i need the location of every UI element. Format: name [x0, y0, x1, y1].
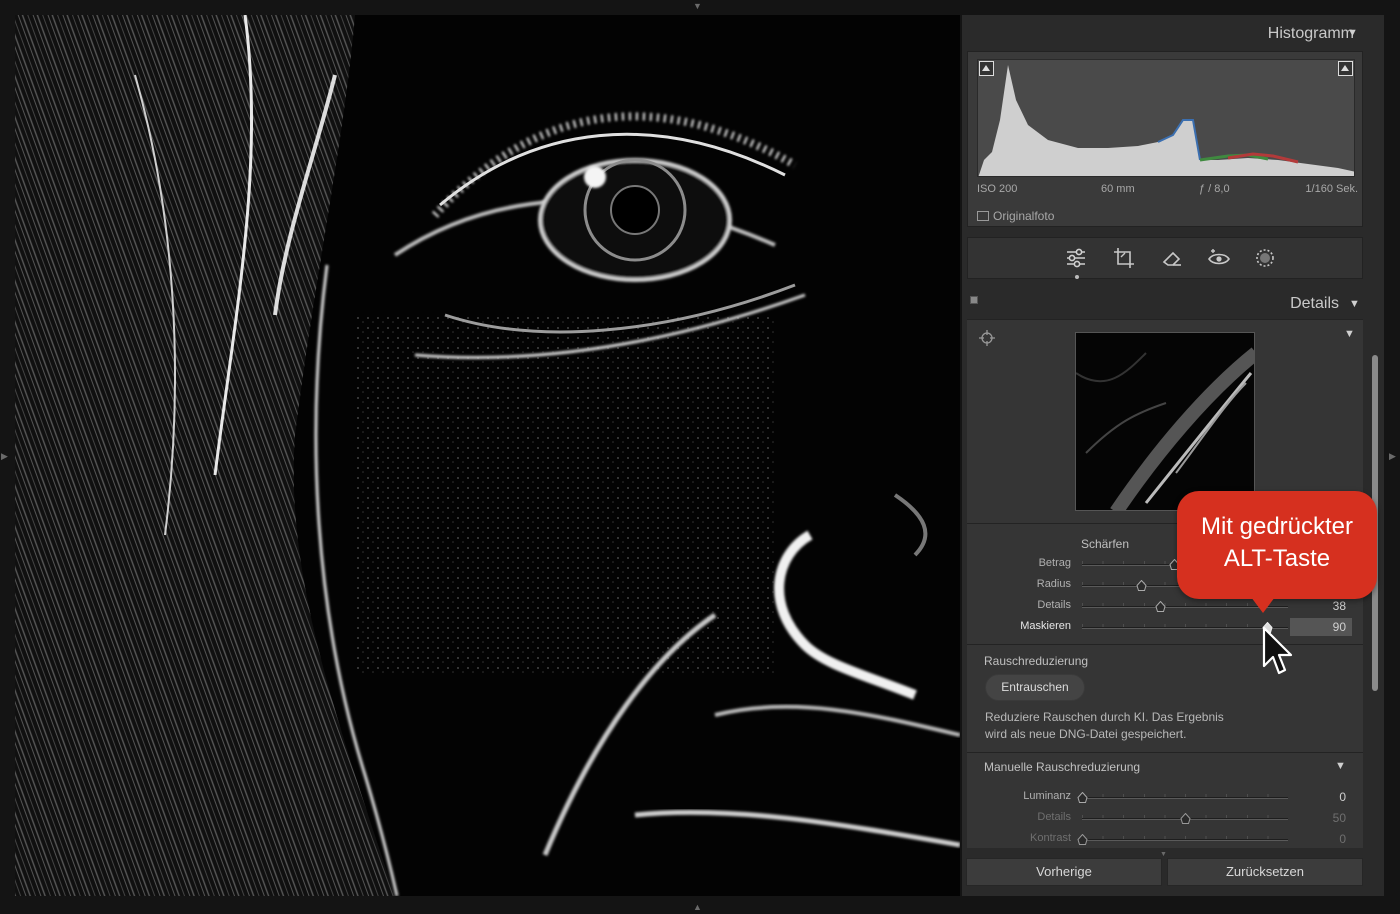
- preview-texture: [1076, 347, 1254, 510]
- alt-key-callout: Mit gedrückter ALT-Taste: [1177, 491, 1377, 599]
- details-panel-switch[interactable]: [970, 296, 978, 304]
- noise-reduction-section: Rauschreduzierung Entrauschen Reduziere …: [967, 644, 1363, 752]
- right-panel-toggle-icon[interactable]: ▶: [1389, 452, 1396, 461]
- original-photo-toggle[interactable]: Originalfoto: [977, 209, 1054, 223]
- slider-track[interactable]: [1082, 627, 1288, 629]
- histogram-curve: [978, 65, 1354, 176]
- active-tool-indicator: [1075, 275, 1079, 279]
- details-collapse-icon[interactable]: ▼: [1349, 298, 1360, 310]
- slider-track[interactable]: [1082, 797, 1288, 799]
- slider-label: Radius: [1036, 578, 1071, 590]
- denoise-description-line2: wird als neue DNG-Datei gespeichert.: [985, 727, 1187, 741]
- crop-icon[interactable]: [1112, 246, 1136, 270]
- denoise-button[interactable]: Entrauschen: [985, 674, 1085, 701]
- slider-value[interactable]: 38: [1290, 597, 1352, 615]
- slider-label: Kontrast: [1030, 832, 1071, 844]
- slider-track[interactable]: [1082, 839, 1288, 841]
- highlight-clipping-icon[interactable]: [1338, 61, 1353, 76]
- callout-line1: Mit gedrückter: [1200, 513, 1354, 540]
- slider-label: Luminanz: [1023, 790, 1071, 802]
- exif-shutter: 1/160 Sek.: [1305, 183, 1358, 195]
- sliders-icon[interactable]: [1064, 246, 1088, 270]
- target-adjust-icon[interactable]: [979, 330, 995, 346]
- slider-label: Maskieren: [1020, 620, 1071, 632]
- top-panel-toggle-icon[interactable]: ▼: [693, 2, 702, 11]
- slider-value[interactable]: 0: [1290, 830, 1352, 848]
- slider-value[interactable]: 50: [1290, 809, 1352, 827]
- denoise-description: Reduziere Rauschen durch KI. Das Ergebni…: [985, 709, 1245, 743]
- exif-iso: ISO 200: [977, 183, 1018, 195]
- slider-maskieren[interactable]: Maskieren 90: [967, 617, 1363, 638]
- slider-value[interactable]: 90: [1290, 618, 1352, 636]
- red-eye-icon[interactable]: [1207, 246, 1231, 270]
- slider-label: Details: [1037, 599, 1071, 611]
- slider-knob[interactable]: [1076, 792, 1088, 803]
- detail-preview-thumbnail[interactable]: [1075, 332, 1255, 511]
- exif-aperture: ƒ / 8,0: [1199, 183, 1230, 195]
- manual-noise-reduction-title[interactable]: Manuelle Rauschreduzierung: [984, 760, 1140, 774]
- eraser-icon[interactable]: [1160, 246, 1184, 270]
- noise-reduction-title: Rauschreduzierung: [984, 654, 1089, 668]
- manual-noise-reduction-section: Manuelle Rauschreduzierung ▼ Luminanz 0 …: [967, 752, 1363, 848]
- histogram-panel: ISO 200 60 mm ƒ / 8,0 1/160 Sek. Origina…: [967, 51, 1363, 227]
- develop-right-panel: Histogramm ▼ ISO 200 60 mm ƒ / 8,0 1/160…: [962, 15, 1384, 896]
- previous-button[interactable]: Vorherige: [966, 858, 1162, 886]
- tool-strip: [967, 237, 1363, 279]
- original-photo-label: Originalfoto: [993, 209, 1055, 223]
- slider-luminanz[interactable]: Luminanz 0: [967, 787, 1363, 808]
- sharpen-title: Schärfen: [1081, 537, 1130, 551]
- edge-mask-image: [15, 15, 960, 896]
- denoise-description-line1: Reduziere Rauschen durch KI. Das Ergebni…: [985, 710, 1224, 724]
- bottom-panel-toggle-icon[interactable]: ▲: [693, 903, 702, 912]
- preview-collapse-icon[interactable]: ▼: [1344, 328, 1355, 340]
- details-header[interactable]: Details ▼: [967, 291, 1363, 319]
- slider-knob[interactable]: [1155, 601, 1166, 612]
- slider-knob[interactable]: [1179, 813, 1191, 824]
- photo-mask-preview[interactable]: [15, 15, 960, 896]
- slider-details[interactable]: Details 38: [967, 596, 1363, 617]
- callout-pointer: [1251, 597, 1275, 613]
- callout-line2: ALT-Taste: [1223, 545, 1331, 572]
- slider-kontrast[interactable]: Kontrast 0: [967, 829, 1363, 850]
- reset-button[interactable]: Zurücksetzen: [1167, 858, 1363, 886]
- mask-icon[interactable]: [1253, 246, 1277, 270]
- slider-value[interactable]: 0: [1290, 788, 1352, 806]
- slider-knob[interactable]: [1076, 834, 1088, 845]
- left-panel-toggle-icon[interactable]: ▶: [1, 452, 8, 461]
- histogram-collapse-icon[interactable]: ▼: [1347, 27, 1358, 39]
- histogram-graph[interactable]: [977, 59, 1355, 177]
- exif-focal-length: 60 mm: [1101, 183, 1135, 195]
- slider-label: Details: [1037, 811, 1071, 823]
- mouse-cursor-icon: [1262, 626, 1293, 675]
- slider-details-nr[interactable]: Details 50: [967, 808, 1363, 829]
- shadow-clipping-icon[interactable]: [979, 61, 994, 76]
- details-title: Details: [1290, 295, 1339, 312]
- original-photo-checkbox[interactable]: [977, 211, 989, 221]
- manual-noise-collapse-icon[interactable]: ▼: [1335, 760, 1346, 772]
- slider-label: Betrag: [1038, 557, 1071, 569]
- slider-knob[interactable]: [1136, 580, 1147, 591]
- histogram-title[interactable]: Histogramm: [1268, 25, 1354, 43]
